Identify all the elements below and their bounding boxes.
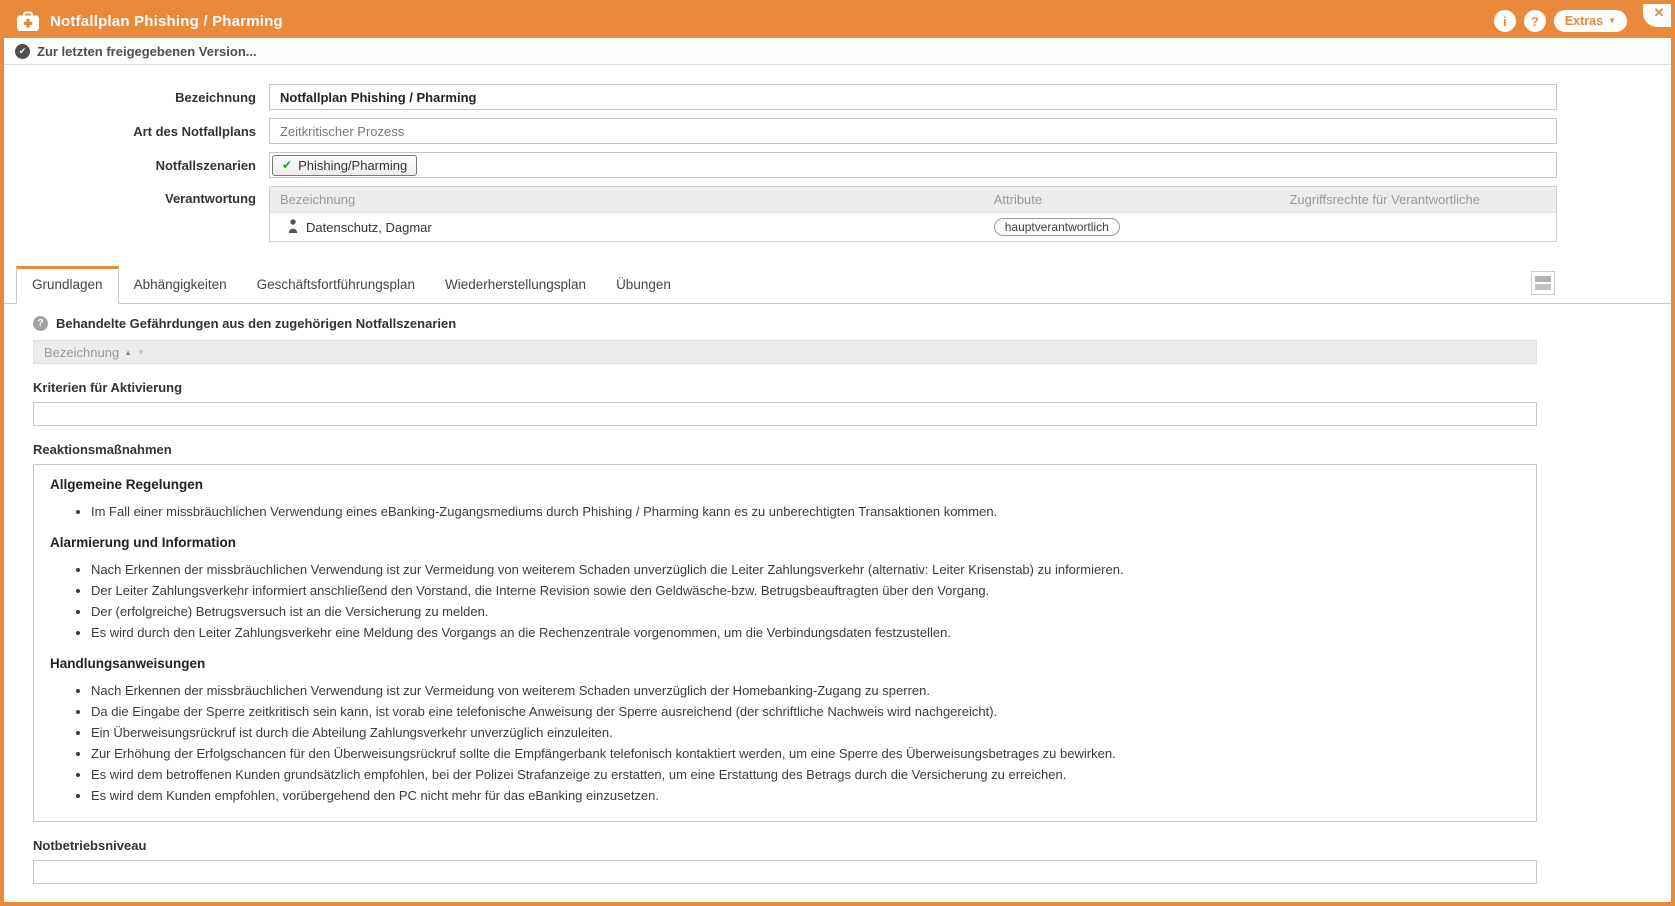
responsibility-table: Bezeichnung Attribute Zugriffsrechte für… [269,186,1557,242]
verantwortung-label: Verantwortung [4,186,269,206]
column-header-bezeichnung[interactable]: Bezeichnung [270,187,984,212]
tab-grundlagen[interactable]: Grundlagen [16,266,119,304]
art-label: Art des Notfallplans [4,124,269,139]
reaktion-richtext[interactable]: Allgemeine Regelungen Im Fall einer miss… [33,464,1537,822]
tab-wiederherstellungsplan[interactable]: Wiederherstellungsplan [430,267,601,303]
bezeichnung-label: Bezeichnung [4,90,269,105]
notbetrieb-input[interactable] [33,860,1537,884]
sort-descending-icon: ▼ [137,348,145,357]
window-title: Notfallplan Phishing / Pharming [50,13,283,30]
tab-bar: Grundlagen Abhängigkeiten Geschäftsfortf… [4,266,1671,304]
szenarien-field[interactable]: ✔ Phishing/Pharming [269,152,1557,178]
extras-label: Extras [1565,14,1603,28]
info-icon: i [1503,14,1507,29]
close-icon: ✕ [1654,5,1665,21]
person-icon [288,219,298,236]
help-circle-icon[interactable]: ? [33,316,48,331]
notbetrieb-label: Notbetriebsniveau [33,838,1537,853]
gefaehrdungen-column-label: Bezeichnung [44,345,119,360]
bullet-list: Nach Erkennen der missbräuchlichen Verwe… [50,681,1520,805]
szenario-chip[interactable]: ✔ Phishing/Pharming [272,155,417,176]
richtext-heading: Handlungsanweisungen [50,656,1520,671]
form-row-bezeichnung: Bezeichnung Notfallplan Phishing / Pharm… [4,84,1557,110]
bullet-item: Es wird dem betroffenen Kunden grundsätz… [91,765,1520,784]
gefaehrdungen-title-text: Behandelte Gefährdungen aus den zugehöri… [56,316,456,331]
layout-rows-icon[interactable] [1531,271,1555,295]
attribute-badge: hauptverantwortlich [994,218,1120,236]
bullet-item: Es wird dem Kunden empfohlen, vorübergeh… [91,786,1520,805]
bezeichnung-field[interactable]: Notfallplan Phishing / Pharming [269,84,1557,110]
masterdata-form: Bezeichnung Notfallplan Phishing / Pharm… [4,65,1671,242]
responsible-person-name: Datenschutz, Dagmar [306,220,432,235]
bullet-item: Nach Erkennen der missbräuchlichen Verwe… [91,681,1520,700]
help-icon: ? [1531,14,1539,29]
version-bar: ✔ Zur letzten freigegebenen Version... [4,38,1671,65]
deaktivierung-label: Kriterien für Deaktivierung [33,900,1537,906]
bullet-item: Da die Eingabe der Sperre zeitkritisch s… [91,702,1520,721]
help-button[interactable]: ? [1524,10,1546,32]
check-icon: ✔ [282,158,292,172]
aktivierung-label: Kriterien für Aktivierung [33,380,1537,395]
bullet-item: Ein Überweisungsrückruf ist durch die Ab… [91,723,1520,742]
tab-abhaengigkeiten[interactable]: Abhängigkeiten [119,267,242,303]
art-field[interactable]: Zeitkritischer Prozess [269,118,1557,144]
titlebar-actions: i ? Extras ▼ [1494,4,1627,38]
bullet-item: Nach Erkennen der missbräuchlichen Verwe… [91,560,1520,579]
app-window: Notfallplan Phishing / Pharming i ? Extr… [0,0,1675,906]
first-aid-kit-icon [16,11,40,32]
aktivierung-input[interactable] [33,402,1537,426]
gefaehrdungen-section-title: ? Behandelte Gefährdungen aus den zugehö… [33,316,1537,331]
tab-uebungen[interactable]: Übungen [601,267,686,303]
last-released-version-link[interactable]: Zur letzten freigegebenen Version... [37,44,257,59]
richtext-heading: Allgemeine Regelungen [50,477,1520,492]
info-button[interactable]: i [1494,10,1516,32]
form-row-szenarien: Notfallszenarien ✔ Phishing/Pharming [4,152,1557,178]
sort-ascending-icon: ▲ [124,348,132,357]
responsibility-table-header: Bezeichnung Attribute Zugriffsrechte für… [270,187,1556,213]
access-rights-cell [1279,222,1555,232]
bullet-item: Der Leiter Zahlungsverkehr informiert an… [91,581,1520,600]
richtext-heading: Alarmierung und Information [50,535,1520,550]
bullet-item: Im Fall einer missbräuchlichen Verwendun… [91,502,1520,521]
chevron-down-icon: ▼ [1608,17,1616,25]
form-row-verantwortung: Verantwortung Bezeichnung Attribute Zugr… [4,186,1557,242]
column-header-zugriffsrechte[interactable]: Zugriffsrechte für Verantwortliche [1279,187,1555,212]
gefaehrdungen-table-header[interactable]: Bezeichnung ▲ ▼ [33,340,1537,364]
bullet-item: Es wird durch den Leiter Zahlungsverkehr… [91,623,1520,642]
titlebar: Notfallplan Phishing / Pharming i ? Extr… [4,4,1671,38]
bullet-item: Zur Erhöhung der Erfolgschancen für den … [91,744,1520,763]
szenario-chip-label: Phishing/Pharming [298,158,407,173]
column-header-attribute[interactable]: Attribute [984,187,1280,212]
extras-button[interactable]: Extras ▼ [1554,10,1627,32]
reaktion-label: Reaktionsmaßnahmen [33,442,1537,457]
tab-geschaeftsfortfuehrungsplan[interactable]: Geschäftsfortführungsplan [242,267,430,303]
form-row-art: Art des Notfallplans Zeitkritischer Proz… [4,118,1557,144]
bullet-list: Im Fall einer missbräuchlichen Verwendun… [50,502,1520,521]
tab-content-grundlagen: ? Behandelte Gefährdungen aus den zugehö… [4,304,1671,906]
szenarien-label: Notfallszenarien [4,158,269,173]
close-button[interactable]: ✕ [1643,0,1675,27]
bullet-list: Nach Erkennen der missbräuchlichen Verwe… [50,560,1520,642]
bullet-item: Der (erfolgreiche) Betrugsversuch ist an… [91,602,1520,621]
check-circle-icon: ✔ [15,44,30,59]
table-row[interactable]: Datenschutz, Dagmar hauptverantwortlich [270,213,1556,241]
